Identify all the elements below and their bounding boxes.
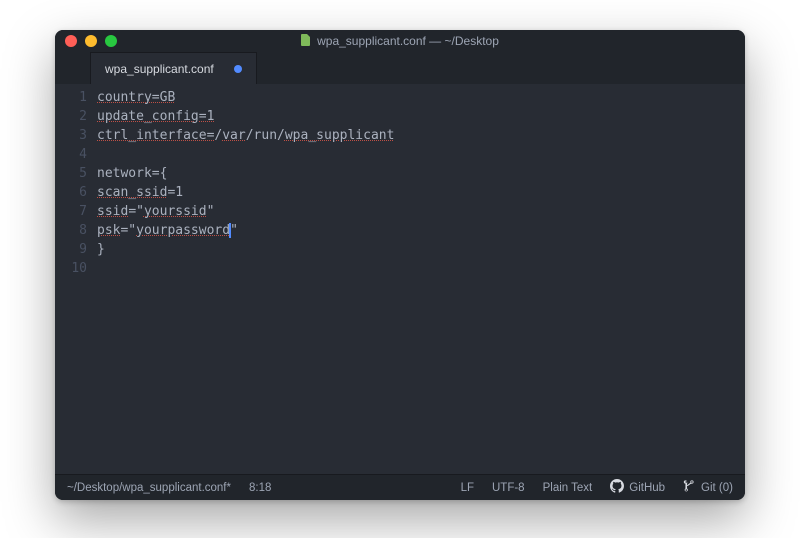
- unsaved-indicator-icon: [234, 65, 242, 73]
- status-encoding[interactable]: UTF-8: [492, 482, 525, 494]
- code-content[interactable]: country=GBupdate_config=1ctrl_interface=…: [97, 84, 745, 474]
- tab-bar: wpa_supplicant.conf: [55, 52, 745, 84]
- line-number-gutter: 12345678910: [55, 84, 97, 474]
- status-github-label: GitHub: [629, 482, 665, 494]
- window-title: wpa_supplicant.conf — ~/Desktop: [55, 34, 745, 49]
- status-bar: ~/Desktop/wpa_supplicant.conf* 8:18 LF U…: [55, 474, 745, 500]
- close-icon[interactable]: [65, 35, 77, 47]
- status-git-label: Git (0): [701, 482, 733, 494]
- line-number: 6: [55, 183, 87, 202]
- status-git[interactable]: Git (0): [683, 479, 733, 496]
- text-cursor: [229, 223, 231, 238]
- code-line[interactable]: psk="yourpassword": [97, 221, 745, 240]
- line-number: 7: [55, 202, 87, 221]
- line-number: 9: [55, 240, 87, 259]
- github-icon: [610, 479, 624, 496]
- tab-label: wpa_supplicant.conf: [105, 62, 214, 76]
- status-filepath[interactable]: ~/Desktop/wpa_supplicant.conf*: [67, 482, 231, 494]
- minimize-icon[interactable]: [85, 35, 97, 47]
- titlebar: wpa_supplicant.conf — ~/Desktop: [55, 30, 745, 52]
- code-line[interactable]: ssid="yourssid": [97, 202, 745, 221]
- line-number: 8: [55, 221, 87, 240]
- code-line[interactable]: [97, 145, 745, 164]
- line-number: 3: [55, 126, 87, 145]
- status-github[interactable]: GitHub: [610, 479, 665, 496]
- code-line[interactable]: scan_ssid=1: [97, 183, 745, 202]
- git-branch-icon: [683, 479, 696, 496]
- code-line[interactable]: country=GB: [97, 88, 745, 107]
- code-line[interactable]: ctrl_interface=/var/run/wpa_supplicant: [97, 126, 745, 145]
- file-icon: [301, 34, 311, 49]
- status-cursor-position[interactable]: 8:18: [249, 482, 271, 494]
- code-line[interactable]: update_config=1: [97, 107, 745, 126]
- line-number: 1: [55, 88, 87, 107]
- status-grammar[interactable]: Plain Text: [543, 482, 593, 494]
- zoom-icon[interactable]: [105, 35, 117, 47]
- window-controls: [55, 35, 117, 47]
- line-number: 10: [55, 259, 87, 278]
- tab-file[interactable]: wpa_supplicant.conf: [90, 52, 257, 84]
- code-line[interactable]: }: [97, 240, 745, 259]
- window-title-text: wpa_supplicant.conf — ~/Desktop: [317, 34, 499, 48]
- line-number: 4: [55, 145, 87, 164]
- line-number: 2: [55, 107, 87, 126]
- status-line-ending[interactable]: LF: [461, 482, 474, 494]
- editor-area[interactable]: 12345678910 country=GBupdate_config=1ctr…: [55, 84, 745, 474]
- code-line[interactable]: [97, 259, 745, 278]
- editor-window: wpa_supplicant.conf — ~/Desktop wpa_supp…: [55, 30, 745, 500]
- code-line[interactable]: network={: [97, 164, 745, 183]
- line-number: 5: [55, 164, 87, 183]
